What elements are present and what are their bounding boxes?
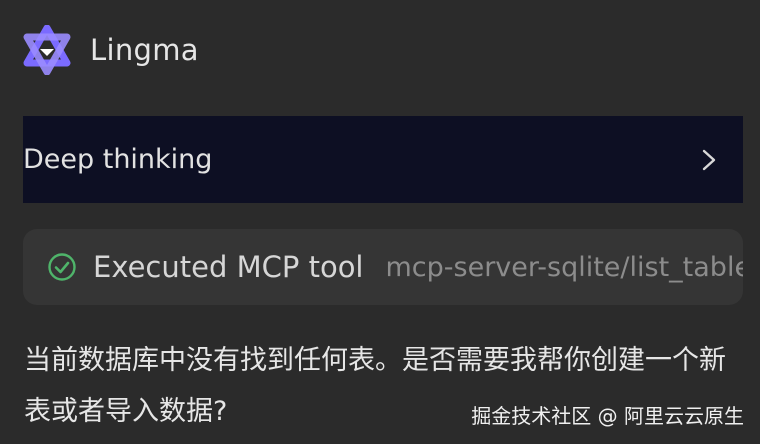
deep-thinking-label: Deep thinking [23,144,213,175]
mcp-tool-call-card[interactable]: Executed MCP tool mcp-server-sqlite/list… [23,229,743,305]
chat-panel: Lingma Deep thinking Executed MCP tool m… [0,0,760,444]
deep-thinking-toggle[interactable]: Deep thinking [23,116,743,203]
chevron-right-icon [702,149,716,170]
check-circle-icon [48,253,76,281]
tool-status: Executed MCP tool [93,250,364,284]
lingma-logo-icon [23,25,71,75]
tool-name: mcp-server-sqlite/list_tables [385,251,744,283]
app-name: Lingma [90,33,199,67]
assistant-header: Lingma [22,24,199,76]
watermark: 掘金技术社区 @ 阿里云云原生 [471,404,744,428]
